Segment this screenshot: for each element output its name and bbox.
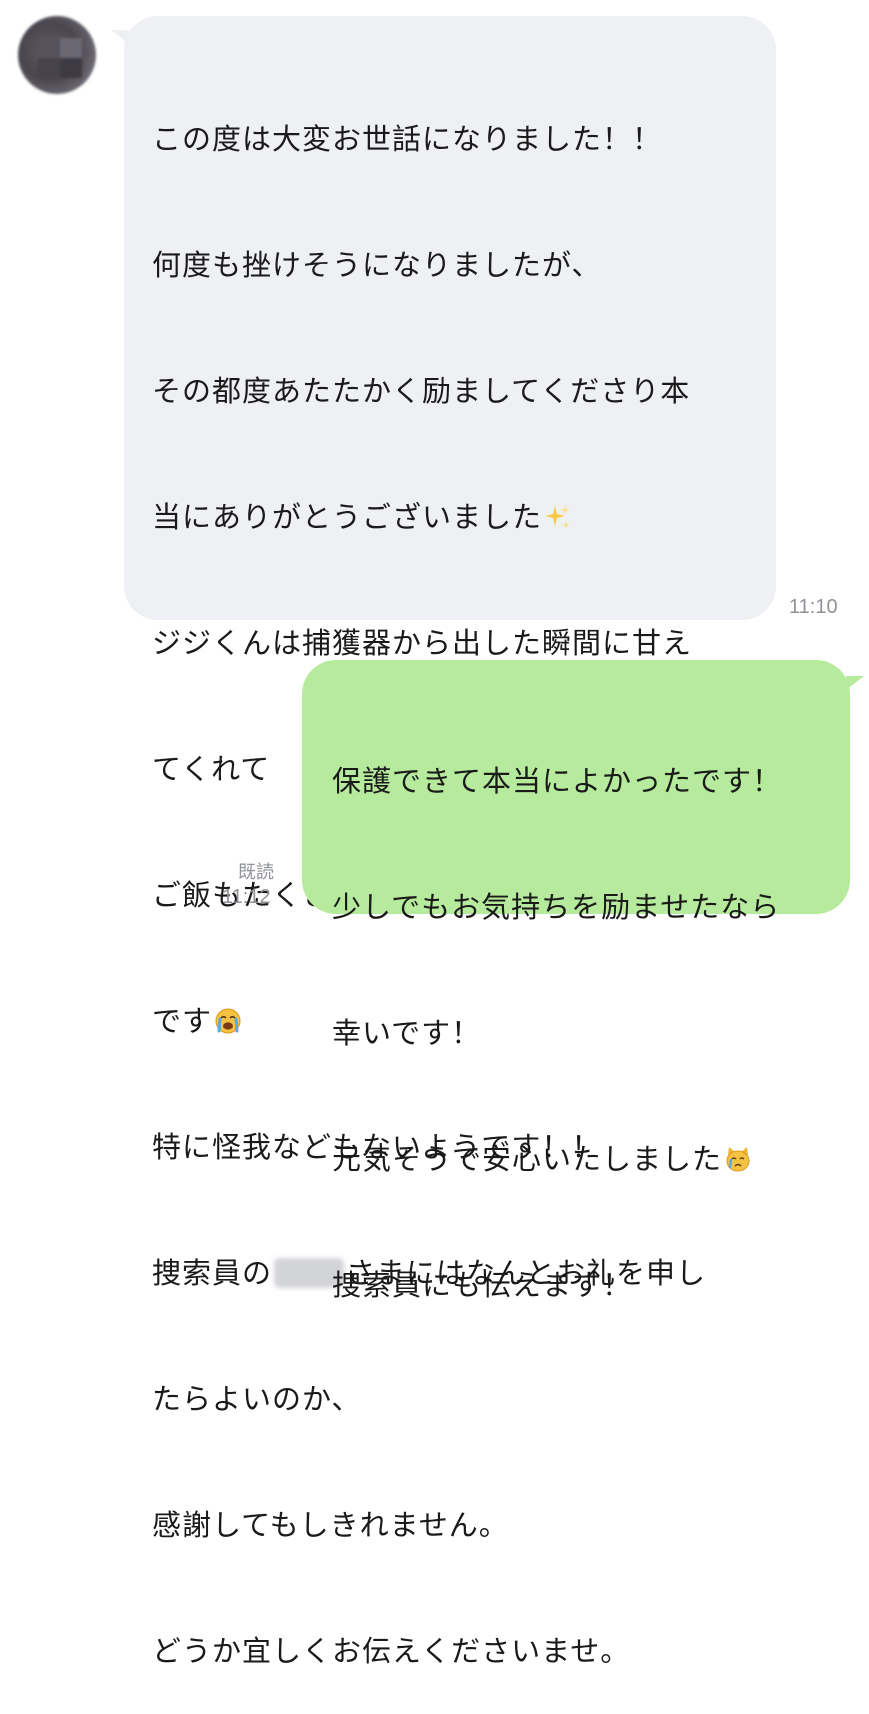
read-receipt: 既読 (238, 862, 274, 883)
crying-cat-face-icon (726, 1147, 750, 1172)
message-line: 保護できて本当によかったです！ (332, 764, 783, 798)
incoming-message-bubble[interactable]: この度は大変お世話になりました！！ 何度も挫けそうになりましたが、 その都度あた… (124, 16, 776, 1668)
message-line: その都度あたたかく励ましてくださり本 (152, 374, 691, 408)
message-line: この度は大変お世話になりました！！ (152, 122, 663, 156)
avatar-pixel (38, 58, 60, 78)
incoming-timestamp: 11:10 (789, 596, 838, 618)
message-line: たらよいのか、 (152, 1382, 362, 1416)
message-line: どうか宜しくお伝えくださいませ。 (152, 1634, 631, 1668)
message-text: 捜索員の (152, 1256, 273, 1290)
outgoing-message-bubble[interactable]: 保護できて本当によかったです！ 少しでもお気持ちを励ませたなら 幸いです！ 元気… (302, 660, 850, 1302)
message-line: 何度も挫けそうになりましたが、 (152, 248, 602, 282)
avatar-pixel (38, 38, 60, 58)
avatar-pixel (60, 38, 82, 58)
message-line: 感謝してもしきれません。 (152, 1508, 509, 1542)
message-line: ジジくんは捕獲器から出した瞬間に甘え (152, 626, 693, 660)
message-line-with-emoji: 元気そうで安心いたしました (332, 1138, 850, 1180)
message-text: 当にありがとうございました (152, 500, 543, 534)
message-text: 元気そうで安心いたしました (332, 1142, 723, 1176)
message-line: 幸いです！ (332, 1016, 482, 1050)
loudly-crying-face-icon (215, 1008, 241, 1034)
message-line: 捜索員にも伝えます！ (332, 1268, 633, 1302)
sparkles-icon (545, 505, 571, 529)
outgoing-timestamp: 11:12 (222, 886, 271, 908)
avatar[interactable] (18, 16, 96, 94)
avatar-pixel (60, 58, 82, 78)
message-text: です (152, 1004, 213, 1038)
message-line: 少しでもお気持ちを励ませたなら (332, 890, 781, 924)
message-line-with-emoji: 当にありがとうございました (152, 496, 776, 538)
